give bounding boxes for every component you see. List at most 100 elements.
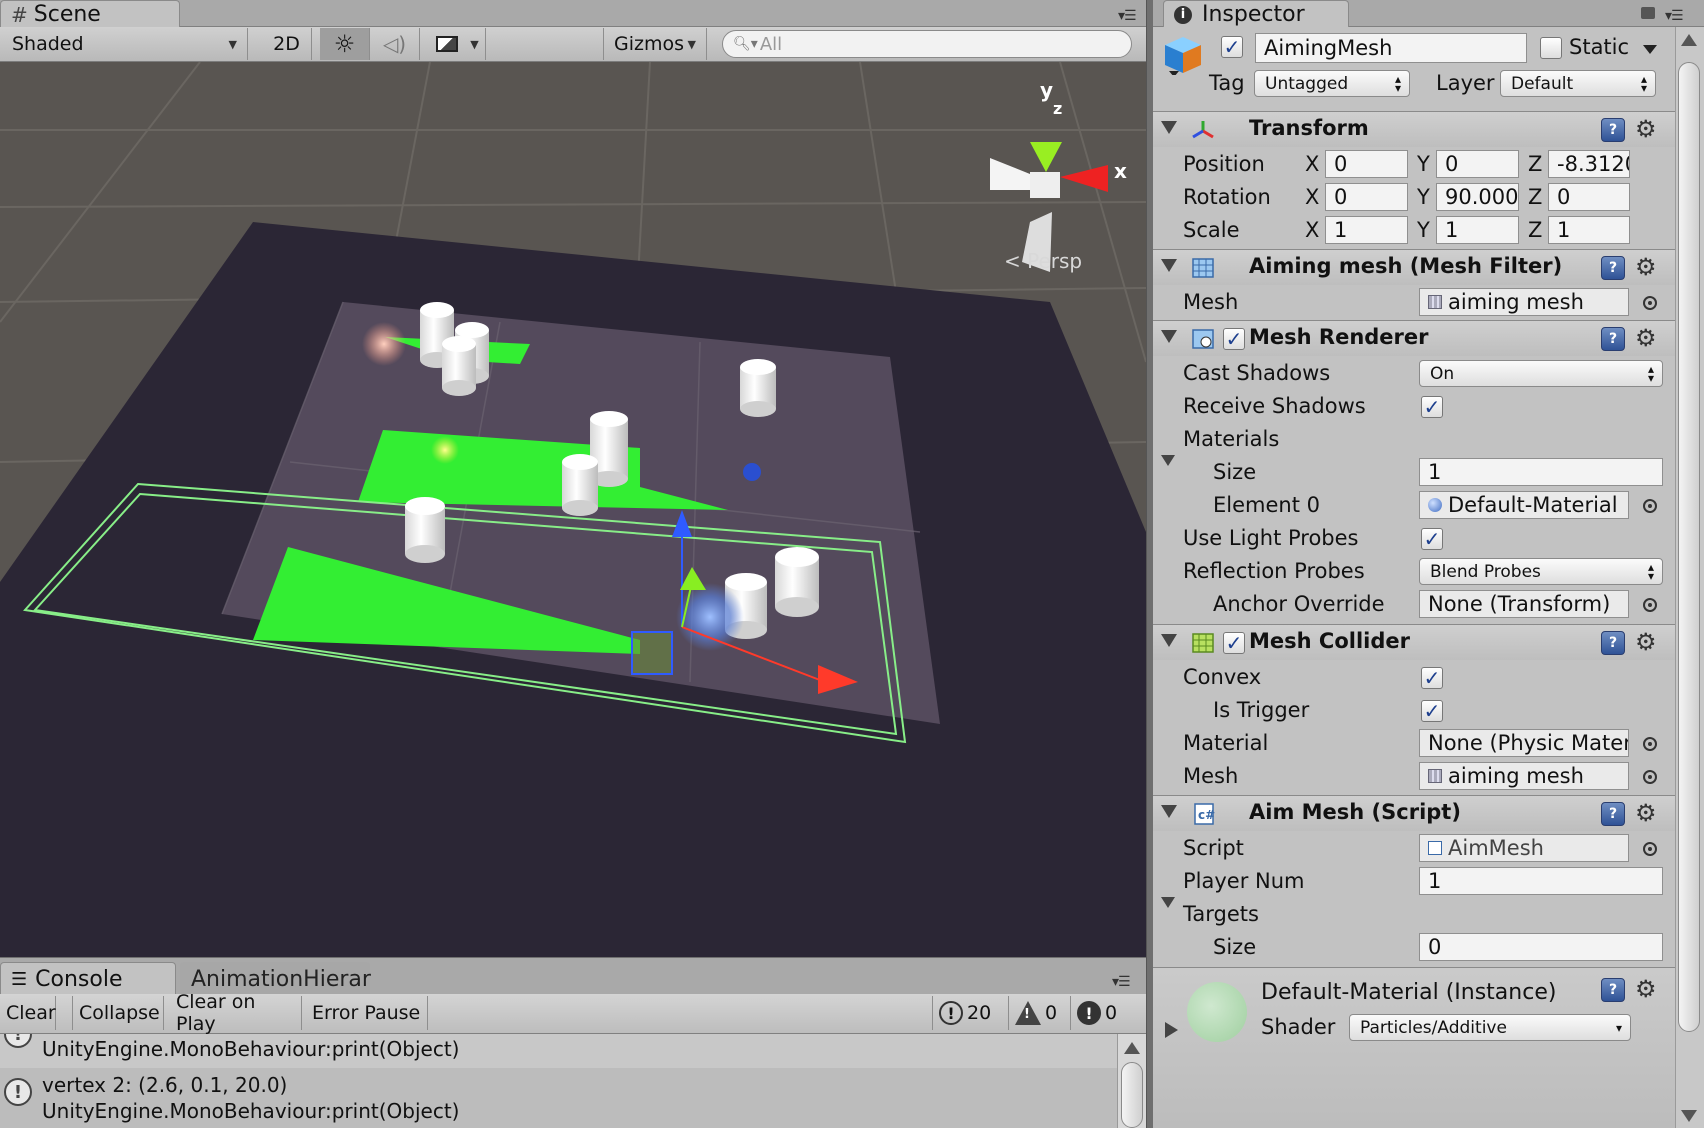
- scale-z-input[interactable]: 1: [1548, 216, 1630, 244]
- panel-menu-icon[interactable]: ▾☰: [1118, 8, 1137, 24]
- help-icon[interactable]: ?: [1601, 978, 1625, 1002]
- collapse-button[interactable]: Collapse: [72, 996, 164, 1030]
- mesh-collider-header[interactable]: ✓ Mesh Collider ? ⚙: [1153, 624, 1675, 660]
- element0-field[interactable]: Default-Material: [1419, 491, 1629, 519]
- tag-dropdown[interactable]: Untagged ▴ ▾: [1254, 70, 1410, 97]
- tab-inspector[interactable]: i Inspector: [1163, 0, 1349, 28]
- anchor-override-field[interactable]: None (Transform): [1419, 590, 1629, 618]
- script-field[interactable]: AimMesh: [1419, 834, 1629, 862]
- tab-scene[interactable]: # Scene: [0, 0, 180, 28]
- inspector-scroll-thumb[interactable]: [1678, 62, 1700, 1032]
- gizmos-dropdown[interactable]: Gizmos ▼: [603, 28, 707, 60]
- targets-size-input[interactable]: 0: [1419, 933, 1663, 961]
- material-foldout-icon[interactable]: [1165, 1022, 1178, 1038]
- gameobject-active-checkbox[interactable]: ✓: [1221, 36, 1243, 58]
- receive-shadows-checkbox[interactable]: ✓: [1421, 396, 1443, 418]
- help-icon[interactable]: ?: [1601, 802, 1625, 826]
- light-probes-checkbox[interactable]: ✓: [1421, 528, 1443, 550]
- rotation-y-input[interactable]: 90.0000: [1436, 183, 1519, 211]
- scale-y-input[interactable]: 1: [1436, 216, 1519, 244]
- targets-foldout-icon[interactable]: [1161, 897, 1175, 908]
- shader-dropdown[interactable]: Particles/Additive ▾: [1349, 1014, 1631, 1041]
- 2d-toggle-button[interactable]: 2D: [262, 28, 312, 60]
- foldout-arrow-icon[interactable]: [1161, 330, 1177, 343]
- static-label: Static: [1569, 35, 1630, 59]
- tag-value: Untagged: [1265, 73, 1349, 94]
- layer-dropdown[interactable]: Default ▴ ▾: [1500, 70, 1656, 97]
- position-z-input[interactable]: -8.3120: [1548, 150, 1630, 178]
- lock-icon[interactable]: [1641, 7, 1655, 19]
- collider-material-field[interactable]: None (Physic Mater: [1419, 729, 1629, 757]
- object-picker-icon[interactable]: [1643, 499, 1657, 513]
- object-picker-icon[interactable]: [1643, 737, 1657, 751]
- info-count-toggle[interactable]: ! 20: [932, 996, 997, 1030]
- scroll-thumb[interactable]: [1121, 1062, 1143, 1128]
- transform-header[interactable]: Transform ? ⚙: [1153, 111, 1675, 147]
- console-scrollbar[interactable]: [1117, 1034, 1146, 1128]
- object-name-input[interactable]: AimingMesh: [1255, 33, 1527, 63]
- position-x-input[interactable]: 0: [1325, 150, 1408, 178]
- foldout-arrow-icon[interactable]: [1161, 121, 1177, 134]
- panel-menu-icon[interactable]: ▾☰: [1665, 8, 1684, 24]
- aim-mesh-header[interactable]: c# Aim Mesh (Script) ? ⚙: [1153, 795, 1675, 831]
- help-icon[interactable]: ?: [1601, 256, 1625, 280]
- console-log[interactable]: ! UnityEngine.MonoBehaviour:print(Object…: [0, 1034, 1117, 1128]
- foldout-arrow-icon[interactable]: [1161, 259, 1177, 272]
- scale-x-input[interactable]: 1: [1325, 216, 1408, 244]
- mesh-filter-mesh-field[interactable]: aiming mesh: [1419, 288, 1629, 316]
- log-entry[interactable]: ! vertex 2: (2.6, 0.1, 20.0) UnityEngine…: [0, 1068, 1117, 1128]
- gear-icon[interactable]: ⚙: [1635, 628, 1657, 656]
- object-picker-icon[interactable]: [1643, 770, 1657, 784]
- scene-search-input[interactable]: 🔍︎▾ All: [722, 30, 1132, 58]
- object-picker-icon[interactable]: [1643, 598, 1657, 612]
- panel-menu-icon[interactable]: ▾☰: [1112, 974, 1131, 990]
- mesh-collider-enabled-checkbox[interactable]: ✓: [1223, 632, 1245, 654]
- tab-console[interactable]: ☰ Console: [0, 962, 176, 995]
- static-checkbox[interactable]: [1540, 37, 1562, 59]
- static-dropdown-icon[interactable]: [1643, 45, 1657, 54]
- tag-label: Tag: [1209, 71, 1245, 95]
- projection-label[interactable]: < Persp: [1004, 249, 1082, 273]
- gear-icon[interactable]: ⚙: [1635, 975, 1657, 1003]
- scroll-up-arrow-icon[interactable]: [1681, 34, 1697, 46]
- help-icon[interactable]: ?: [1601, 631, 1625, 655]
- panel-split-divider[interactable]: [1146, 0, 1153, 1128]
- gear-icon[interactable]: ⚙: [1635, 253, 1657, 281]
- clear-button[interactable]: Clear: [0, 996, 56, 1030]
- convex-checkbox[interactable]: ✓: [1421, 667, 1443, 689]
- object-picker-icon[interactable]: [1643, 842, 1657, 856]
- cast-shadows-dropdown[interactable]: On ▴ ▾: [1419, 360, 1663, 387]
- warning-count-toggle[interactable]: ! 0: [1008, 996, 1063, 1030]
- position-y-input[interactable]: 0: [1436, 150, 1519, 178]
- scroll-up-arrow-icon[interactable]: [1124, 1042, 1140, 1054]
- scene-lighting-toggle[interactable]: ☼: [320, 28, 370, 60]
- gear-icon[interactable]: ⚙: [1635, 115, 1657, 143]
- player-num-input[interactable]: 1: [1419, 867, 1663, 895]
- help-icon[interactable]: ?: [1601, 118, 1625, 142]
- error-count-toggle[interactable]: ! 0: [1070, 996, 1123, 1030]
- object-picker-icon[interactable]: [1643, 296, 1657, 310]
- rotation-z-input[interactable]: 0: [1548, 183, 1630, 211]
- scene-effects-toggle[interactable]: ▼: [430, 28, 486, 60]
- error-pause-button[interactable]: Error Pause: [306, 996, 428, 1030]
- scroll-down-arrow-icon[interactable]: [1681, 1110, 1697, 1122]
- collider-mesh-field[interactable]: aiming mesh: [1419, 762, 1629, 790]
- materials-size-input[interactable]: 1: [1419, 458, 1663, 486]
- mesh-renderer-enabled-checkbox[interactable]: ✓: [1223, 328, 1245, 350]
- shading-mode-dropdown[interactable]: Shaded ▼: [2, 28, 248, 60]
- foldout-arrow-icon[interactable]: [1161, 634, 1177, 647]
- help-icon[interactable]: ?: [1601, 327, 1625, 351]
- mesh-filter-header[interactable]: Aiming mesh (Mesh Filter) ? ⚙: [1153, 249, 1675, 285]
- log-entry[interactable]: ! UnityEngine.MonoBehaviour:print(Object…: [0, 1034, 1117, 1068]
- gear-icon[interactable]: ⚙: [1635, 799, 1657, 827]
- mesh-renderer-header[interactable]: ✓ Mesh Renderer ? ⚙: [1153, 320, 1675, 356]
- foldout-arrow-icon[interactable]: [1161, 805, 1177, 818]
- clear-on-play-button[interactable]: Clear on Play: [170, 991, 302, 1035]
- scene-audio-toggle[interactable]: ◁): [370, 28, 420, 60]
- rotation-x-input[interactable]: 0: [1325, 183, 1408, 211]
- materials-foldout-icon[interactable]: [1161, 455, 1175, 466]
- reflection-probes-dropdown[interactable]: Blend Probes ▴ ▾: [1419, 558, 1663, 585]
- is-trigger-checkbox[interactable]: ✓: [1421, 700, 1443, 722]
- gear-icon[interactable]: ⚙: [1635, 324, 1657, 352]
- scene-viewport[interactable]: y z x < Persp: [0, 62, 1146, 957]
